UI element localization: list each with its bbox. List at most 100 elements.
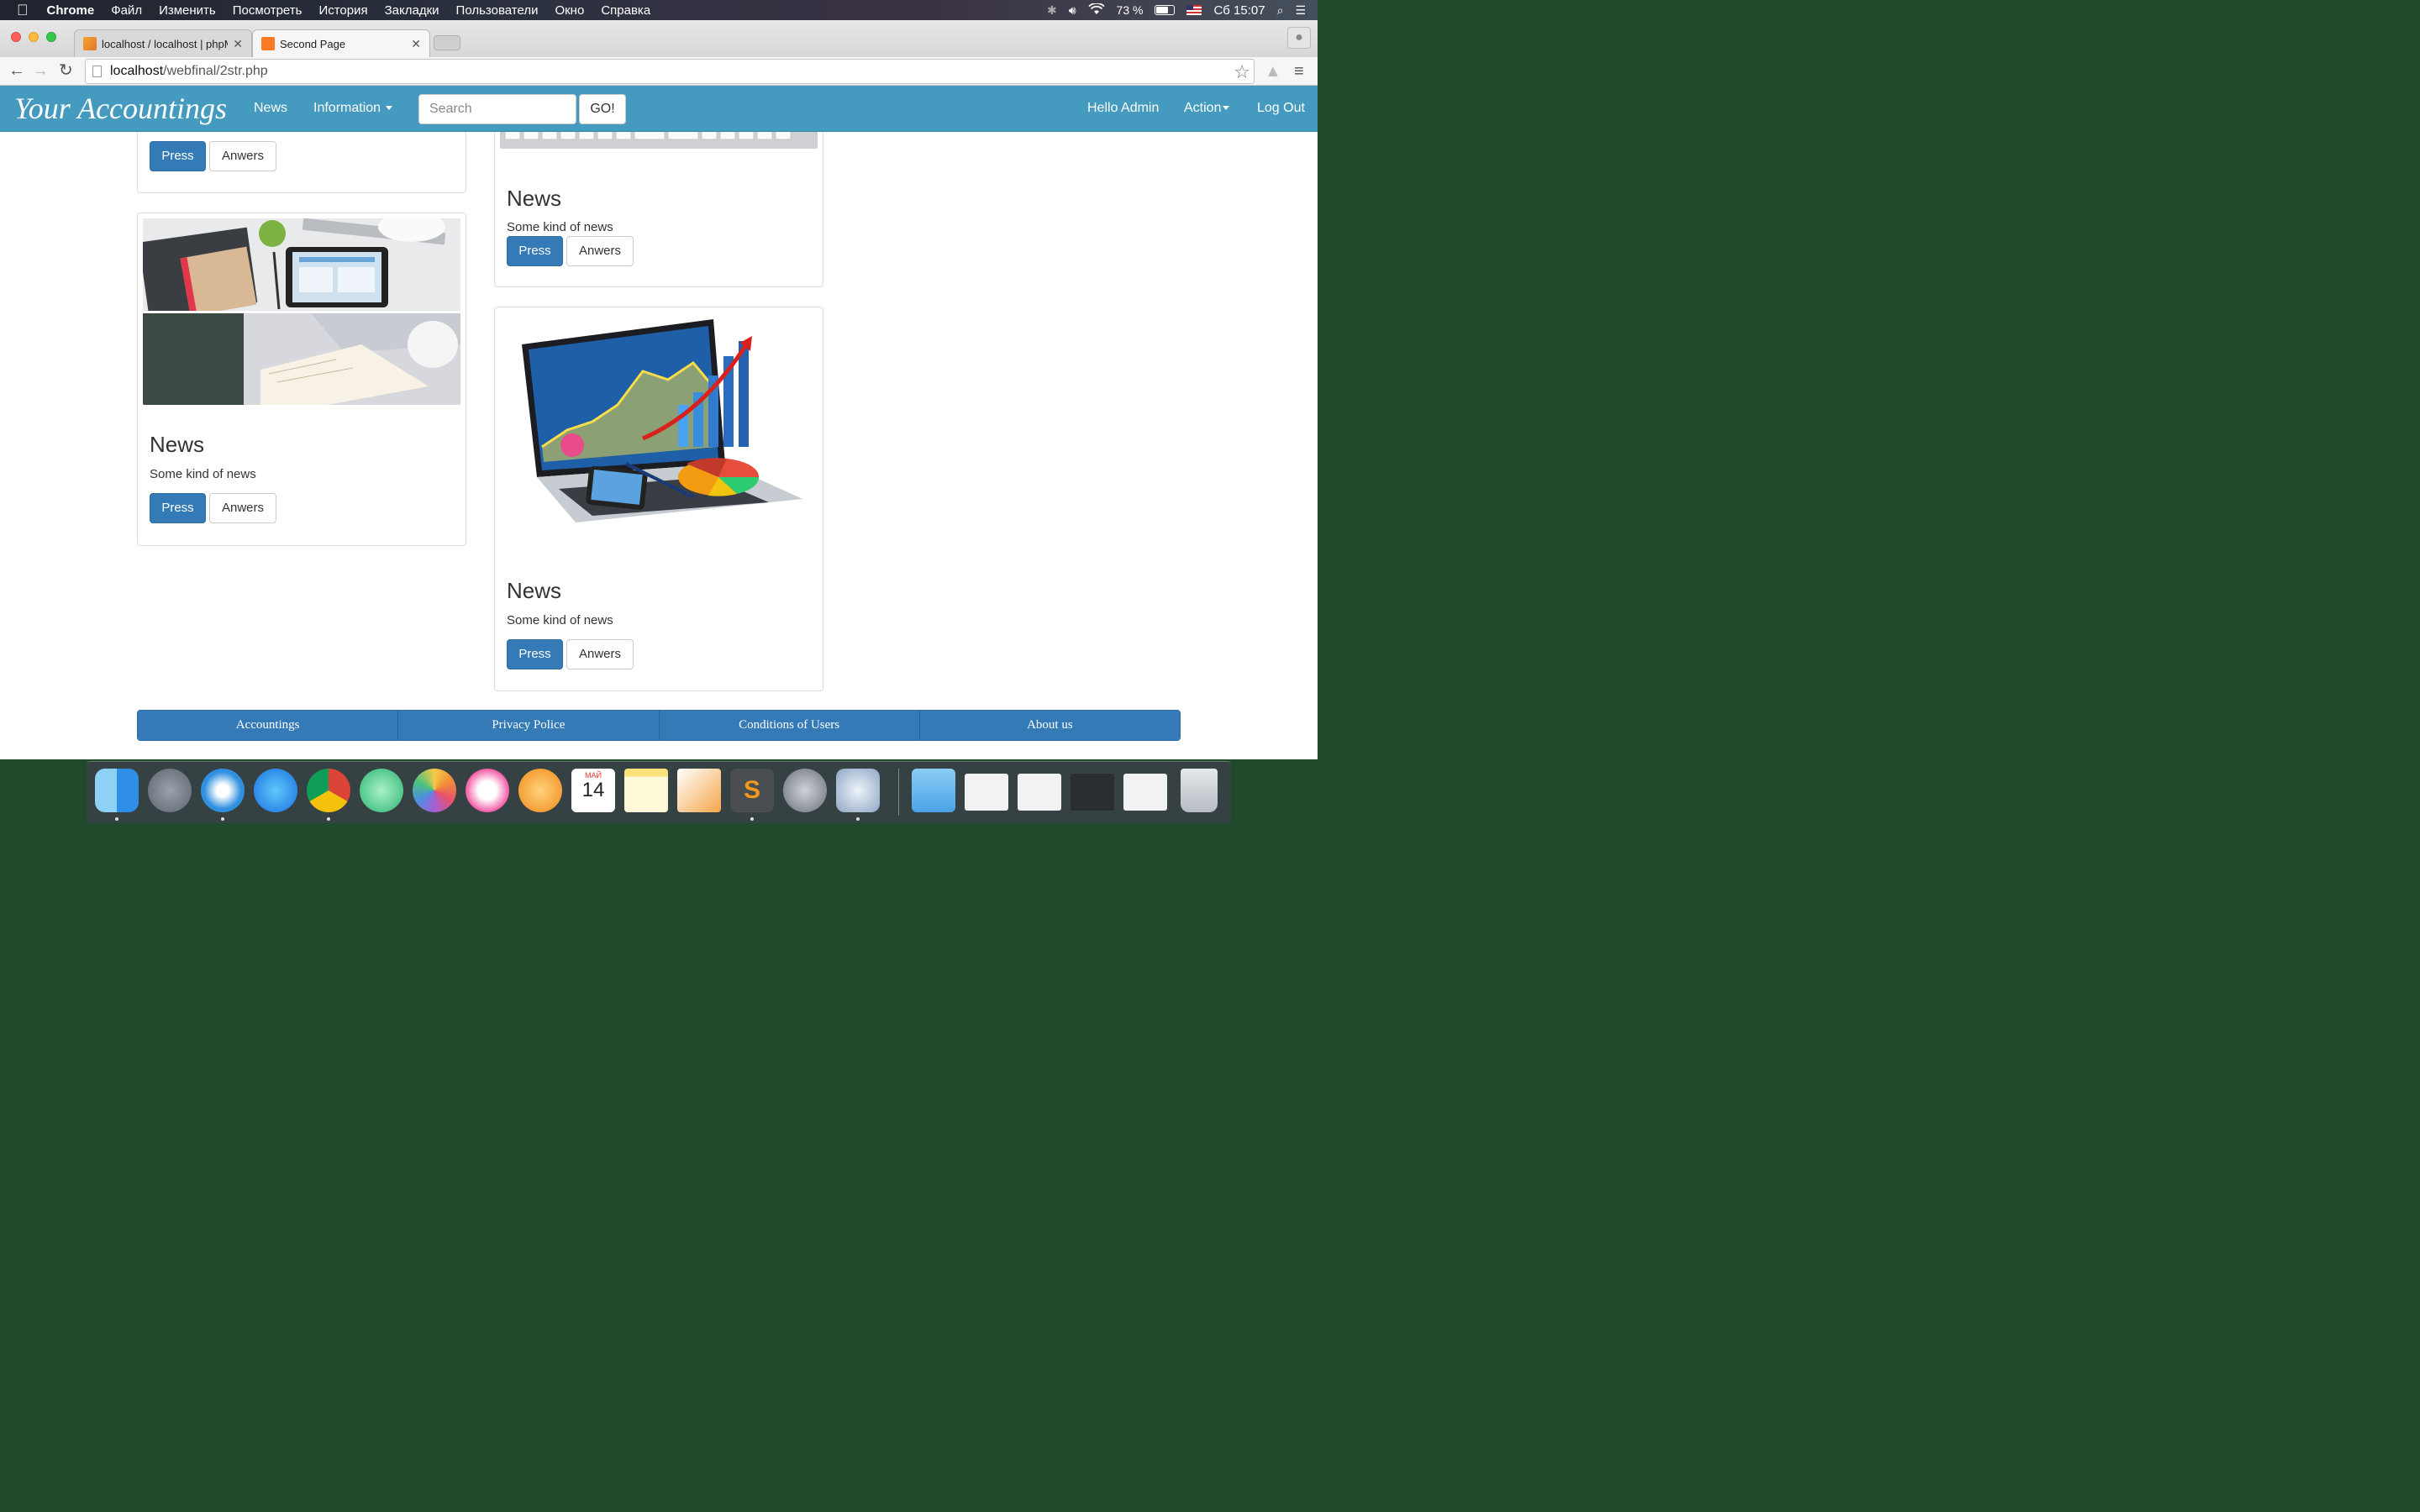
- laptop-financial-chart-photo: [500, 312, 818, 556]
- menu-bookmarks[interactable]: Закладки: [385, 3, 439, 18]
- volume-icon[interactable]: 🔊︎: [1069, 3, 1076, 18]
- sublime-text-icon[interactable]: S: [730, 769, 774, 812]
- tab-second-page[interactable]: Second Page ✕: [252, 29, 430, 57]
- nav-information-dropdown[interactable]: Information: [313, 101, 393, 116]
- card-text: Some kind of news: [507, 613, 613, 627]
- finder-icon[interactable]: [95, 769, 139, 812]
- bookmark-star-icon[interactable]: ☆: [1234, 61, 1250, 83]
- window-thumbnail-icon[interactable]: [1123, 774, 1167, 811]
- caret-down-icon: [1223, 106, 1230, 111]
- tab-phpmyadmin[interactable]: localhost / localhost | phpM ✕: [74, 29, 252, 57]
- close-tab-icon[interactable]: ✕: [233, 37, 243, 51]
- url-host: localhost: [110, 64, 164, 78]
- menu-file[interactable]: Файл: [111, 3, 142, 18]
- new-tab-button[interactable]: [434, 35, 460, 50]
- bluetooth-icon[interactable]: ✱: [1047, 3, 1057, 18]
- press-button[interactable]: Press: [150, 493, 206, 523]
- macos-menu-bar:  Chrome Файл Изменить Посмотреть Истори…: [0, 0, 1318, 20]
- menu-view[interactable]: Посмотреть: [233, 3, 302, 18]
- footer-link-conditions[interactable]: Conditions of Users: [660, 711, 920, 740]
- wifi-icon[interactable]: [1087, 2, 1105, 18]
- answers-button[interactable]: Anwers: [566, 639, 634, 669]
- menu-history[interactable]: История: [318, 3, 367, 18]
- brand-logo[interactable]: Your Accountings: [14, 91, 227, 126]
- reload-icon[interactable]: ↻: [59, 62, 73, 79]
- running-indicator: [750, 817, 754, 821]
- page-viewport: Your Accountings News Information GO! He…: [0, 86, 1318, 759]
- card-title: News: [507, 578, 562, 603]
- tab-title: Second Page: [280, 37, 346, 50]
- trash-icon[interactable]: [1181, 769, 1218, 812]
- running-indicator: [115, 817, 118, 821]
- pages-icon[interactable]: [677, 769, 721, 812]
- spotlight-search-icon[interactable]: ⌕: [1277, 3, 1284, 18]
- extension-icon[interactable]: ▲: [1265, 62, 1281, 81]
- xampp-icon: [261, 37, 275, 50]
- news-card: News Some kind of news Press Anwers: [494, 307, 823, 691]
- answers-button[interactable]: Anwers: [566, 236, 634, 266]
- app-store-icon[interactable]: [254, 769, 297, 812]
- search-input[interactable]: [418, 94, 576, 124]
- address-bar[interactable]: localhost/webfinal/2str.php ☆: [85, 59, 1255, 84]
- menu-help[interactable]: Справка: [601, 3, 650, 18]
- url-path: /webfinal/2str.php: [163, 64, 268, 78]
- footer-link-about[interactable]: About us: [920, 711, 1180, 740]
- phpmyadmin-icon: [83, 37, 97, 50]
- input-source-flag-icon[interactable]: [1186, 5, 1202, 15]
- atom-icon[interactable]: [360, 769, 403, 812]
- chrome-icon[interactable]: [307, 769, 350, 812]
- menu-people[interactable]: Пользователи: [456, 3, 539, 18]
- close-window-button[interactable]: [11, 32, 21, 42]
- go-button[interactable]: GO!: [579, 94, 626, 124]
- footer-link-accountings[interactable]: Accountings: [138, 711, 399, 740]
- card-text: Some kind of news: [150, 467, 256, 481]
- safari-icon[interactable]: [201, 769, 245, 812]
- window-thumbnail-icon[interactable]: [1018, 774, 1061, 811]
- card-text: Some kind of news: [507, 220, 613, 234]
- answers-button[interactable]: Anwers: [209, 493, 276, 523]
- window-thumbnail-icon[interactable]: [1071, 774, 1114, 811]
- photos-icon[interactable]: [413, 769, 456, 812]
- profile-avatar-icon[interactable]: ●: [1287, 27, 1311, 49]
- window-thumbnail-icon[interactable]: [965, 774, 1008, 811]
- itunes-icon[interactable]: [466, 769, 509, 812]
- menu-window[interactable]: Окно: [555, 3, 584, 18]
- news-card: News Some kind of news Press Anwers: [137, 213, 466, 546]
- page-icon: [92, 66, 102, 77]
- menu-edit[interactable]: Изменить: [159, 3, 216, 18]
- zoom-window-button[interactable]: [46, 32, 56, 42]
- footer-link-privacy[interactable]: Privacy Police: [398, 711, 660, 740]
- hello-admin-link[interactable]: Hello Admin: [1087, 101, 1159, 116]
- answers-button[interactable]: Anwers: [209, 141, 276, 171]
- notes-icon[interactable]: [624, 769, 668, 812]
- press-button[interactable]: Press: [507, 236, 563, 266]
- logout-link[interactable]: Log Out: [1257, 101, 1305, 116]
- close-tab-icon[interactable]: ✕: [411, 37, 421, 51]
- downloads-folder-icon[interactable]: [912, 769, 955, 812]
- chrome-menu-icon[interactable]: ≡: [1294, 62, 1304, 81]
- clock[interactable]: Сб 15:07: [1213, 3, 1265, 18]
- tab-strip: localhost / localhost | phpM ✕ Second Pa…: [0, 20, 1318, 57]
- desk-workspace-photo: [143, 218, 460, 405]
- system-preferences-icon[interactable]: [783, 769, 827, 812]
- press-button[interactable]: Press: [150, 141, 206, 171]
- ibooks-icon[interactable]: [518, 769, 562, 812]
- nav-action-dropdown[interactable]: Action: [1184, 101, 1230, 116]
- battery-percent[interactable]: 73 %: [1117, 3, 1144, 17]
- launchpad-icon[interactable]: [148, 769, 192, 812]
- nav-news[interactable]: News: [254, 101, 287, 116]
- calendar-icon[interactable]: МАЙ 14: [571, 769, 615, 812]
- back-arrow-icon[interactable]: ←: [8, 62, 25, 79]
- apple-menu-icon[interactable]: : [17, 2, 29, 19]
- press-button[interactable]: Press: [507, 639, 563, 669]
- site-navbar: Your Accountings News Information GO! He…: [0, 86, 1318, 132]
- settings-icon[interactable]: [836, 769, 880, 812]
- card-title: News: [507, 186, 562, 211]
- battery-icon[interactable]: [1155, 5, 1176, 15]
- forward-arrow-icon[interactable]: →: [32, 62, 49, 79]
- nav-action-label: Action: [1184, 101, 1222, 115]
- app-menu-chrome[interactable]: Chrome: [47, 3, 95, 18]
- notification-center-icon[interactable]: ☰: [1295, 3, 1306, 18]
- minimize-window-button[interactable]: [29, 32, 39, 42]
- running-indicator: [221, 817, 224, 821]
